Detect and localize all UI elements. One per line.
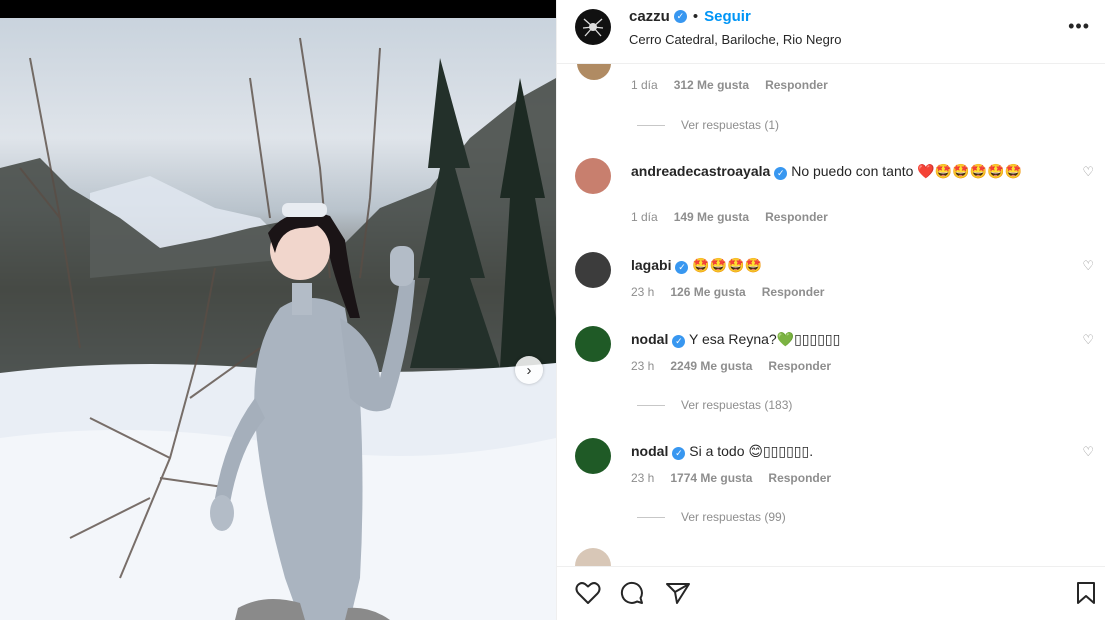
comment-body: 🤩🤩🤩🤩 [692,257,763,273]
comment-username[interactable]: nodal [631,331,668,347]
comment-likes[interactable]: 1774 Me gusta [670,471,752,485]
reply-button[interactable]: Responder [765,210,828,224]
heart-icon [575,582,601,604]
view-replies-button[interactable]: Ver respuestas (99) [637,510,786,524]
send-icon [666,583,690,604]
like-comment-button[interactable]: ♡ [1082,332,1094,348]
reply-button[interactable]: Responder [768,359,831,373]
comment-text: nodal ✓ Si a todo 😊▯▯▯▯▯▯. [631,440,1071,462]
avatar[interactable] [575,158,611,194]
chevron-right-icon: › [526,361,532,379]
view-replies-button[interactable]: Ver respuestas (183) [637,398,792,412]
view-replies-label: Ver respuestas (99) [681,510,786,524]
like-comment-button[interactable]: ♡ [1082,258,1094,274]
comment-body: Si a todo 😊▯▯▯▯▯▯. [689,443,814,459]
view-replies-label: Ver respuestas (183) [681,398,793,412]
post-photo-pane: › [0,0,556,620]
heart-icon: ♡ [1082,258,1094,273]
post-header: cazzu ✓ • Seguir Cerro Catedral, Bariloc… [557,0,1105,64]
comment-likes[interactable]: 2249 Me gusta [670,359,752,373]
comment-text: andreadecastroayala ✓ No puedo con tanto … [631,160,1071,182]
comment-time: 1 día [631,210,658,224]
comment-body: Y esa Reyna?💚▯▯▯▯▯▯ [688,331,841,347]
carousel-next-button[interactable]: › [515,356,543,384]
avatar[interactable] [575,548,611,566]
comment-time: 1 día [631,78,658,92]
like-button[interactable] [575,581,601,610]
verified-badge-icon: ✓ [774,167,788,180]
comment-text: lagabi ✓ 🤩🤩🤩🤩 [631,254,1071,276]
comment-time: 23 h [631,359,655,373]
avatar[interactable] [575,9,611,45]
reply-button[interactable]: Responder [762,285,825,299]
comment-text: nodal ✓ Y esa Reyna?💚▯▯▯▯▯▯ [631,328,1071,350]
comment-body: No puedo con tanto ❤️🤩🤩🤩🤩🤩 [791,163,1022,179]
replies-divider [637,404,665,406]
post-actions-bar [557,566,1105,620]
replies-divider [637,124,665,126]
comment-username[interactable]: nodal [631,443,668,459]
comment-likes[interactable]: 149 Me gusta [674,210,749,224]
comment-button[interactable] [619,581,645,610]
comments-list: 1 día 312 Me gusta Responder Ver respues… [557,64,1105,566]
verified-badge-icon: ✓ [675,261,689,274]
more-options-button[interactable]: ••• [1068,16,1090,37]
heart-icon: ♡ [1082,332,1094,347]
save-button[interactable] [1075,581,1097,610]
photo-illustration [0,37,556,620]
comment-meta: 1 día 149 Me gusta Responder [631,210,828,224]
like-comment-button[interactable]: ♡ [1082,164,1094,180]
bookmark-icon [1077,582,1095,604]
avatar[interactable] [575,252,611,288]
avatar[interactable] [575,326,611,362]
replies-divider [637,516,665,518]
comment-meta: 23 h 1774 Me gusta Responder [631,471,831,485]
comment-meta: 23 h 126 Me gusta Responder [631,285,824,299]
comment-icon [620,581,643,604]
share-button[interactable] [665,581,691,610]
heart-icon: ♡ [1082,444,1094,459]
verified-badge-icon: ✓ [672,447,686,460]
verified-badge-icon: ✓ [673,10,687,23]
view-replies-button[interactable]: Ver respuestas (1) [637,118,779,132]
spider-logo-icon [582,18,604,37]
comment-username[interactable]: andreadecastroayala [631,163,770,179]
reply-button[interactable]: Responder [768,471,831,485]
comment-time: 23 h [631,285,655,299]
comment-meta: 23 h 2249 Me gusta Responder [631,359,831,373]
view-replies-label: Ver respuestas (1) [681,118,780,132]
post-location[interactable]: Cerro Catedral, Bariloche, Rio Negro [629,32,841,47]
avatar[interactable] [575,438,611,474]
avatar[interactable] [577,64,611,80]
reply-button[interactable]: Responder [765,78,828,92]
more-horizontal-icon: ••• [1068,16,1090,36]
comment-likes[interactable]: 312 Me gusta [674,78,749,92]
comment-username[interactable]: lagabi [631,257,671,273]
separator-dot: • [692,8,699,25]
comments-sidebar: cazzu ✓ • Seguir Cerro Catedral, Bariloc… [556,0,1105,620]
comment-time: 23 h [631,471,655,485]
list-item [575,548,611,566]
post-photo [0,18,556,620]
comment-meta: 1 día 312 Me gusta Responder [631,78,828,92]
comment-likes[interactable]: 126 Me gusta [670,285,745,299]
verified-badge-icon: ✓ [672,335,686,348]
follow-button[interactable]: Seguir [704,8,751,25]
heart-icon: ♡ [1082,164,1094,179]
post-author[interactable]: cazzu [629,8,670,25]
like-comment-button[interactable]: ♡ [1082,444,1094,460]
